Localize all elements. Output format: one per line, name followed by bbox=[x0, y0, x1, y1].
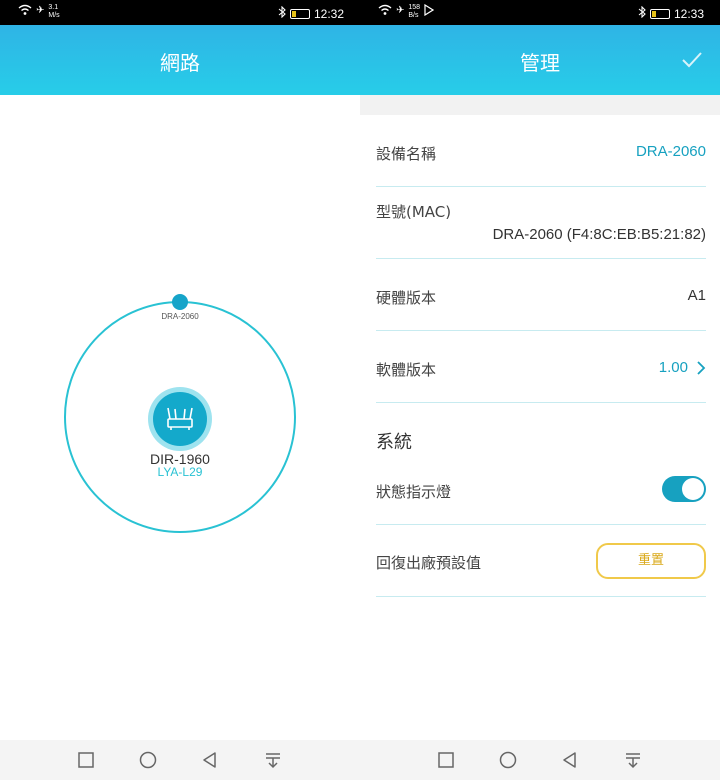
led-row: 狀態指示燈 bbox=[376, 460, 706, 525]
section-title-system: 系統 bbox=[376, 432, 412, 453]
battery-icon: 19 bbox=[289, 8, 310, 19]
firmware-row[interactable]: 軟體版本 1.00 bbox=[376, 331, 706, 403]
reset-row: 回復出廠預設值 重置 bbox=[376, 525, 706, 597]
satellite-label: DRA-2060 bbox=[161, 312, 199, 321]
manage-screen: ✈ 158 B/s 19 12:33 管理 設備名稱 DRA-2060 型號(M… bbox=[360, 0, 720, 780]
back-triangle-icon[interactable] bbox=[200, 750, 220, 770]
status-right: 19 12:33 bbox=[638, 5, 704, 21]
reset-label: 回復出廠預設值 bbox=[376, 554, 482, 572]
model-row: 型號(MAC) DRA-2060 (F4:8C:EB:B5:21:82) bbox=[376, 187, 706, 259]
square-icon[interactable] bbox=[436, 750, 456, 770]
notification-down-icon[interactable] bbox=[623, 750, 643, 770]
led-toggle[interactable] bbox=[662, 476, 706, 502]
chevron-right-icon[interactable] bbox=[696, 361, 706, 375]
network-screen: ✈ 3.1 M/s 19 12:32 網路 DRA-2060 DIR-1960 … bbox=[0, 0, 360, 780]
speed-value: 158 bbox=[408, 4, 421, 11]
status-bar: ✈ 3.1 M/s 19 12:32 bbox=[0, 0, 360, 25]
bluetooth-icon bbox=[278, 5, 286, 21]
hardware-row: 硬體版本 A1 bbox=[376, 259, 706, 331]
app-header: 管理 bbox=[360, 25, 720, 95]
clock: 12:32 bbox=[313, 6, 344, 21]
wifi-icon bbox=[378, 4, 392, 21]
hardware-label: 硬體版本 bbox=[376, 289, 437, 307]
app-header: 網路 bbox=[0, 25, 360, 95]
circle-icon[interactable] bbox=[138, 750, 158, 770]
system-nav-bar bbox=[360, 740, 720, 780]
status-left: ✈ 3.1 M/s bbox=[18, 4, 60, 21]
status-right: 19 12:32 bbox=[278, 5, 344, 21]
battery-icon: 19 bbox=[649, 8, 670, 19]
led-label: 狀態指示燈 bbox=[376, 483, 452, 501]
system-nav-bar bbox=[0, 740, 360, 780]
circle-icon[interactable] bbox=[498, 750, 518, 770]
clock: 12:33 bbox=[673, 6, 704, 21]
back-triangle-icon[interactable] bbox=[560, 750, 580, 770]
speed-unit: M/s bbox=[48, 12, 60, 19]
network-speed: 3.1 M/s bbox=[48, 4, 59, 20]
reset-button[interactable]: 重置 bbox=[596, 543, 706, 579]
bluetooth-icon bbox=[638, 5, 646, 21]
speed-value: 3.1 bbox=[48, 4, 59, 11]
battery-level: 19 bbox=[656, 9, 664, 17]
device-name-label: 設備名稱 bbox=[376, 145, 437, 163]
satellite-node[interactable] bbox=[172, 294, 188, 310]
page-title: 管理 bbox=[520, 51, 560, 75]
firmware-label: 軟體版本 bbox=[376, 361, 437, 379]
toggle-knob bbox=[682, 478, 704, 500]
airplane-icon: ✈ bbox=[396, 5, 405, 16]
header-spacer bbox=[360, 95, 720, 115]
firmware-value: 1.00 bbox=[658, 359, 688, 376]
status-bar: ✈ 158 B/s 19 12:33 bbox=[360, 0, 720, 25]
status-left: ✈ 158 B/s bbox=[378, 3, 435, 21]
square-icon[interactable] bbox=[76, 750, 96, 770]
speed-unit: B/s bbox=[408, 12, 419, 19]
model-value: DRA-2060 (F4:8C:EB:B5:21:82) bbox=[492, 226, 706, 243]
battery-level: 19 bbox=[296, 9, 304, 17]
model-label: 型號(MAC) bbox=[376, 203, 452, 221]
hardware-value: A1 bbox=[687, 287, 706, 304]
device-name-row[interactable]: 設備名稱 DRA-2060 bbox=[376, 115, 706, 187]
wifi-icon bbox=[18, 4, 32, 21]
router-icon bbox=[164, 404, 196, 432]
airplane-icon: ✈ bbox=[36, 5, 45, 16]
check-icon[interactable] bbox=[680, 49, 704, 71]
play-store-icon bbox=[424, 3, 435, 21]
client-name: LYA-L29 bbox=[157, 465, 203, 479]
page-title: 網路 bbox=[160, 51, 200, 75]
notification-down-icon[interactable] bbox=[263, 750, 283, 770]
network-speed: 158 B/s bbox=[408, 4, 420, 20]
device-name-value[interactable]: DRA-2060 bbox=[636, 143, 706, 160]
